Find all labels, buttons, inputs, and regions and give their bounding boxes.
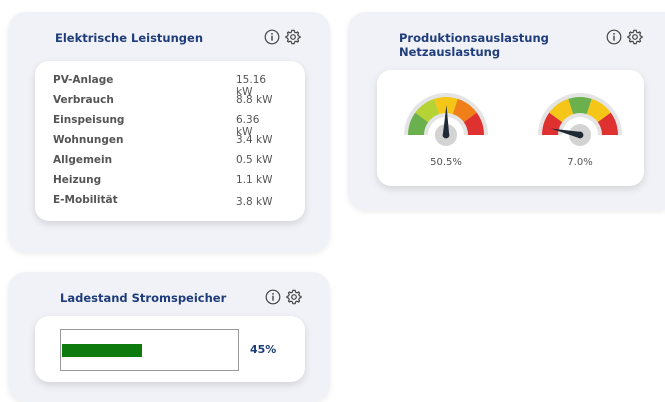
power-row: Wohnungen 3.4 kW xyxy=(53,134,279,148)
power-row: Heizung 1.1 kW xyxy=(53,174,279,188)
utilization-panel: Produktionsauslastung Netzauslastung 50.… xyxy=(348,12,665,210)
power-row-label: Heizung xyxy=(53,174,102,186)
gear-icon[interactable] xyxy=(285,29,301,45)
info-icon[interactable] xyxy=(264,29,280,45)
power-row-value: 8.8 kW xyxy=(236,94,273,106)
power-row-label: Wohnungen xyxy=(53,134,124,146)
power-values-card: PV-Anlage 15.16 kW Verbrauch 8.8 kW Einspe… xyxy=(35,61,305,221)
power-row: Allgemein 0.5 kW xyxy=(53,154,279,168)
power-row-value: 1.1 kW xyxy=(236,174,273,186)
utilization-title-line1: Produktionsauslastung xyxy=(399,31,549,45)
utilization-title-line2: Netzauslastung xyxy=(399,45,501,59)
power-row: Einspeisung 6.36 kW xyxy=(53,114,279,138)
grid-gauge-value: 7.0% xyxy=(567,157,593,168)
production-gauge xyxy=(404,93,488,146)
storage-level-fill xyxy=(62,344,142,357)
utilization-title: Produktionsauslastung Netzauslastung xyxy=(399,31,549,59)
power-row-label: Allgemein xyxy=(53,154,113,166)
power-row-value: 3.4 kW xyxy=(236,134,273,146)
power-panel-title: Elektrische Leistungen xyxy=(55,31,204,45)
gauge-needle-cap xyxy=(576,131,584,139)
info-icon[interactable] xyxy=(265,289,281,305)
power-row: E-Mobilität 3.8 kW xyxy=(53,194,279,208)
power-row: PV-Anlage 15.16 kW xyxy=(53,74,279,98)
storage-level-bar xyxy=(60,329,239,371)
production-gauge-value: 50.5% xyxy=(430,157,462,168)
power-row-value: 0.5 kW xyxy=(236,154,273,166)
power-row-label: Verbrauch xyxy=(53,94,114,106)
gear-icon[interactable] xyxy=(627,29,643,45)
gear-icon[interactable] xyxy=(286,289,302,305)
storage-percent: 45% xyxy=(250,343,277,356)
storage-card: 45% xyxy=(35,316,305,382)
gauge-needle-cap xyxy=(442,131,450,139)
power-panel: Elektrische Leistungen PV-Anlage 15.16 kW… xyxy=(8,12,330,252)
power-row-value: 3.8 kW xyxy=(236,196,273,208)
power-row-label: Einspeisung xyxy=(53,114,125,126)
power-row-label: PV-Anlage xyxy=(53,74,114,86)
storage-panel-title: Ladestand Stromspeicher xyxy=(60,291,227,305)
power-row-label: E-Mobilität xyxy=(53,194,118,206)
gauges-card: 50.5% 7.0% xyxy=(377,70,644,186)
storage-panel: Ladestand Stromspeicher 45% xyxy=(8,272,330,402)
grid-gauge xyxy=(538,93,622,146)
info-icon[interactable] xyxy=(606,29,622,45)
power-row: Verbrauch 8.8 kW xyxy=(53,94,279,108)
